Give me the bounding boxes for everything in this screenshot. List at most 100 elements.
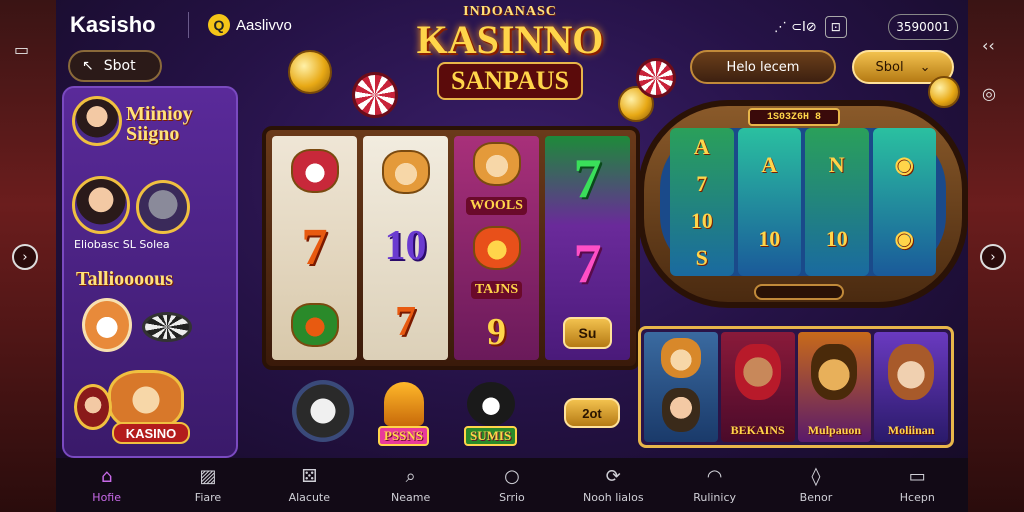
- balance-display[interactable]: 3590001: [888, 14, 958, 40]
- bonus-reel: ◉ ◉: [872, 128, 936, 276]
- slot-machine[interactable]: 7 10 7 WOOLS TAJNS 9 7 7 Su: [262, 126, 640, 370]
- card-name: Moliinan: [887, 423, 935, 437]
- nav-benor[interactable]: ◊ Benor: [771, 465, 861, 504]
- cat-icon: [660, 338, 701, 378]
- avatar: [72, 96, 122, 146]
- avatar: [661, 388, 700, 432]
- menu-icon[interactable]: ▭: [14, 40, 29, 59]
- search-circle-icon: ○: [504, 465, 520, 487]
- nav-nooh-lialos[interactable]: ⟳ Nooh lialos: [568, 465, 658, 504]
- slot-symbol: 7: [301, 219, 328, 277]
- avatar[interactable]: [72, 176, 130, 234]
- nav-label: Neame: [391, 490, 431, 504]
- sort-label: Sbol: [875, 59, 904, 75]
- nav-label: Fiare: [194, 490, 222, 504]
- slot-symbol: 10: [384, 223, 427, 269]
- bonus-reel: A 7 10 S: [670, 128, 734, 276]
- character-card[interactable]: Moliinan: [874, 332, 948, 442]
- slot-symbol: [472, 141, 521, 186]
- main-app: Kasisho Q Aaslivvo ⋰ ⊂I⊘ ⊡ 3590001 ↖ Sbo…: [56, 0, 968, 512]
- bonus-reel: N 10: [805, 128, 869, 276]
- bonus-symbol: N: [828, 152, 845, 177]
- slot-label: TAJNS: [470, 281, 523, 300]
- bonus-symbol: S: [695, 244, 708, 270]
- game-label: SUMIS: [464, 426, 518, 446]
- nav-rulinicy[interactable]: ◠ Rulinicy: [670, 465, 760, 504]
- nav-label: Hofie: [92, 490, 121, 504]
- character-card[interactable]: Mulpauon: [797, 332, 872, 442]
- app-screen: ▭ › ‹‹ ◎ › Kasisho Q Aaslivvo ⋰ ⊂I⊘ ⊡ 35…: [0, 0, 1024, 512]
- game-tile[interactable]: [292, 380, 354, 442]
- cat-icon: [108, 370, 184, 430]
- reel-4: 7 7 Su: [545, 136, 630, 360]
- nav-neame[interactable]: ⌕ Neame: [366, 465, 456, 504]
- slot-symbol: [381, 150, 430, 194]
- dog-icon: [292, 380, 354, 442]
- arrow-back-icon: ↖: [82, 58, 94, 74]
- logo-main: KASINNO: [416, 17, 604, 62]
- game-label: PSSNS: [378, 426, 430, 446]
- nav-fiare[interactable]: ▨ Fiare: [163, 465, 253, 504]
- bell-icon: [383, 382, 424, 426]
- refer-button[interactable]: Helo lecem: [690, 50, 836, 84]
- cat-icon: [466, 382, 515, 426]
- bonus-symbol: A: [761, 152, 778, 177]
- slot-symbol: 7: [573, 232, 602, 295]
- drop-icon: ◊: [811, 465, 821, 487]
- slot-symbol: 7: [573, 147, 602, 210]
- right-backdrop: ‹‹ ◎ ›: [968, 0, 1024, 512]
- next-arrow-icon[interactable]: ›: [980, 244, 1006, 270]
- nav-srrio[interactable]: ○ Srrio: [467, 465, 557, 504]
- jackpot-display: 1S03Z6H 8: [748, 108, 840, 126]
- slot-symbol: 9: [487, 311, 506, 354]
- reel-3: WOOLS TAJNS 9: [454, 136, 539, 360]
- card-name: BEKAINS: [730, 423, 785, 437]
- help-icon[interactable]: ◎: [982, 84, 996, 103]
- smile-icon: ◠: [706, 465, 723, 487]
- search-icon: ⌕: [405, 465, 416, 487]
- share-icon[interactable]: ‹‹: [982, 36, 995, 55]
- back-button[interactable]: ↖ Sbot: [68, 50, 162, 82]
- bonus-reels: A 7 10 S A 10 N 10 ◉ ◉: [660, 128, 946, 276]
- nav-hcepn[interactable]: ▭ Hcepn: [872, 466, 962, 504]
- sub-brand[interactable]: Q Aaslivvo: [208, 14, 292, 36]
- character-card[interactable]: BEKAINS: [720, 332, 795, 442]
- signal-icon: ⋰ ⊂I⊘: [774, 19, 817, 35]
- game-tile[interactable]: SUMIS: [464, 382, 518, 446]
- coin-tray: [754, 284, 844, 300]
- nav-label: Srrio: [499, 490, 525, 504]
- nav-home[interactable]: ⌂ Hofie: [62, 465, 152, 504]
- dice-icon: ⚄: [301, 465, 318, 487]
- home-icon: ⌂: [100, 465, 113, 487]
- avatar[interactable]: [136, 180, 190, 234]
- battery-icon: ⊡: [824, 16, 847, 38]
- panel-caption: Eliobasc SL Solea: [74, 238, 170, 251]
- spin-button[interactable]: Su: [562, 317, 613, 350]
- game-tile[interactable]: PSSNS: [378, 382, 430, 446]
- bonus-symbol: ◉: [894, 152, 914, 177]
- featured-panel[interactable]: Miinioy Siigno Eliobasc SL Solea Tallioo…: [62, 86, 238, 458]
- nav-label: Rulinicy: [693, 490, 737, 504]
- bonus-symbol: A: [693, 133, 710, 159]
- prev-arrow-icon[interactable]: ›: [12, 244, 38, 270]
- character-card[interactable]: [644, 332, 718, 442]
- back-button-label: Sbot: [103, 58, 136, 74]
- refresh-icon: ⟳: [605, 465, 621, 487]
- nav-label: Hcepn: [899, 490, 935, 504]
- image-icon: ▨: [199, 465, 217, 487]
- bonus-symbol: 10: [758, 226, 781, 251]
- header-divider: [188, 12, 189, 38]
- reel-1: 7: [272, 136, 357, 360]
- kasino-badge[interactable]: KASINO: [112, 422, 190, 444]
- panel-tag-title: Tallioooous: [76, 268, 174, 290]
- slot-symbol: [472, 225, 521, 270]
- fox-icon: [888, 344, 935, 400]
- bonus-machine[interactable]: 1S03Z6H 8 A 7 10 S A 10 N 10 ◉ ◉: [638, 100, 968, 308]
- game-logo: INDOANASC KASINNO SANPAUS: [402, 4, 618, 104]
- coin-icon: [288, 50, 332, 94]
- small-sort-button[interactable]: 2ot: [564, 398, 620, 428]
- nav-alacute[interactable]: ⚄ Alacute: [264, 465, 354, 504]
- coin-icon: [928, 76, 960, 108]
- logo-sub: SANPAUS: [437, 62, 583, 100]
- sub-brand-label: Aaslivvo: [236, 16, 292, 34]
